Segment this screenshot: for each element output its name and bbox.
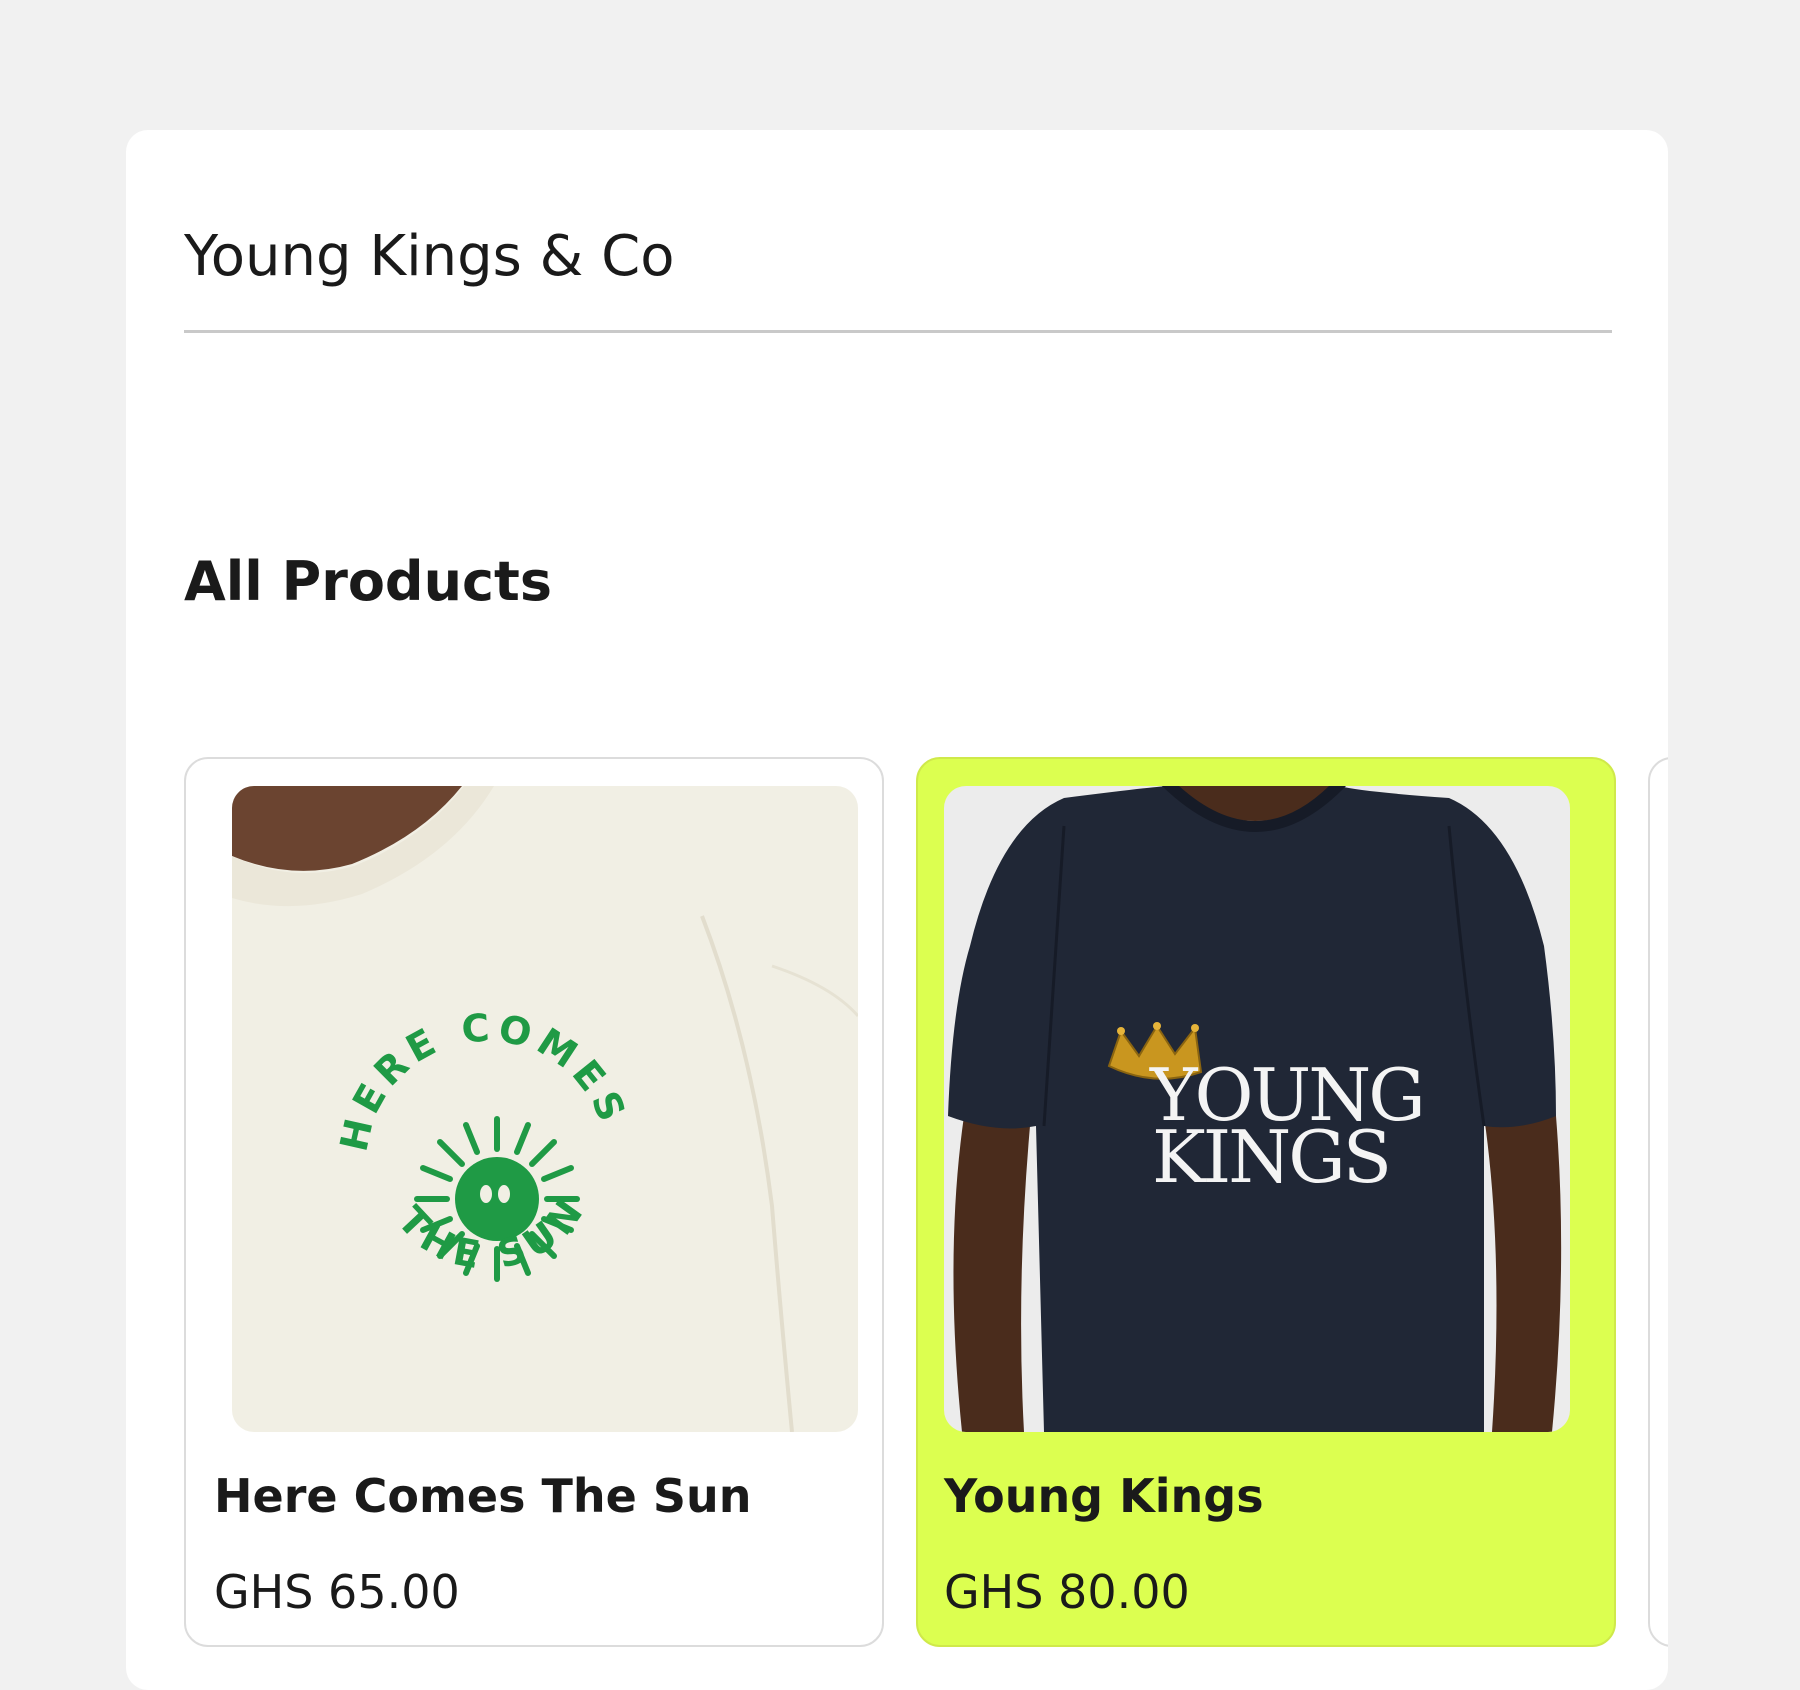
product-image-here-comes-the-sun[interactable]: HERE COMES THE SUN xyxy=(232,786,858,1432)
product-image-young-kings[interactable]: YOUNG KINGS xyxy=(944,786,1570,1432)
product-title[interactable]: Here Comes The Sun xyxy=(214,1469,751,1523)
product-price: GHS 80.00 xyxy=(944,1565,1190,1619)
store-panel: Young Kings & Co All Products HERE COMES… xyxy=(126,130,1668,1690)
section-title: All Products xyxy=(184,550,552,613)
product-title[interactable]: Young Kings xyxy=(944,1469,1264,1523)
print-line-2: KINGS xyxy=(1152,1115,1389,1199)
product-card-here-comes-the-sun[interactable]: HERE COMES THE SUN Here Comes The Sun GH… xyxy=(184,757,884,1647)
tshirt-navy-illustration: YOUNG KINGS xyxy=(944,786,1570,1432)
header-divider xyxy=(184,330,1612,333)
store-name[interactable]: Young Kings & Co xyxy=(184,224,675,289)
tshirt-cream-illustration: HERE COMES THE SUN xyxy=(232,786,858,1432)
product-card-young-kings[interactable]: YOUNG KINGS Young Kings GHS 80.00 xyxy=(916,757,1616,1647)
product-card-partial[interactable] xyxy=(1648,757,1668,1647)
product-price: GHS 65.00 xyxy=(214,1565,460,1619)
